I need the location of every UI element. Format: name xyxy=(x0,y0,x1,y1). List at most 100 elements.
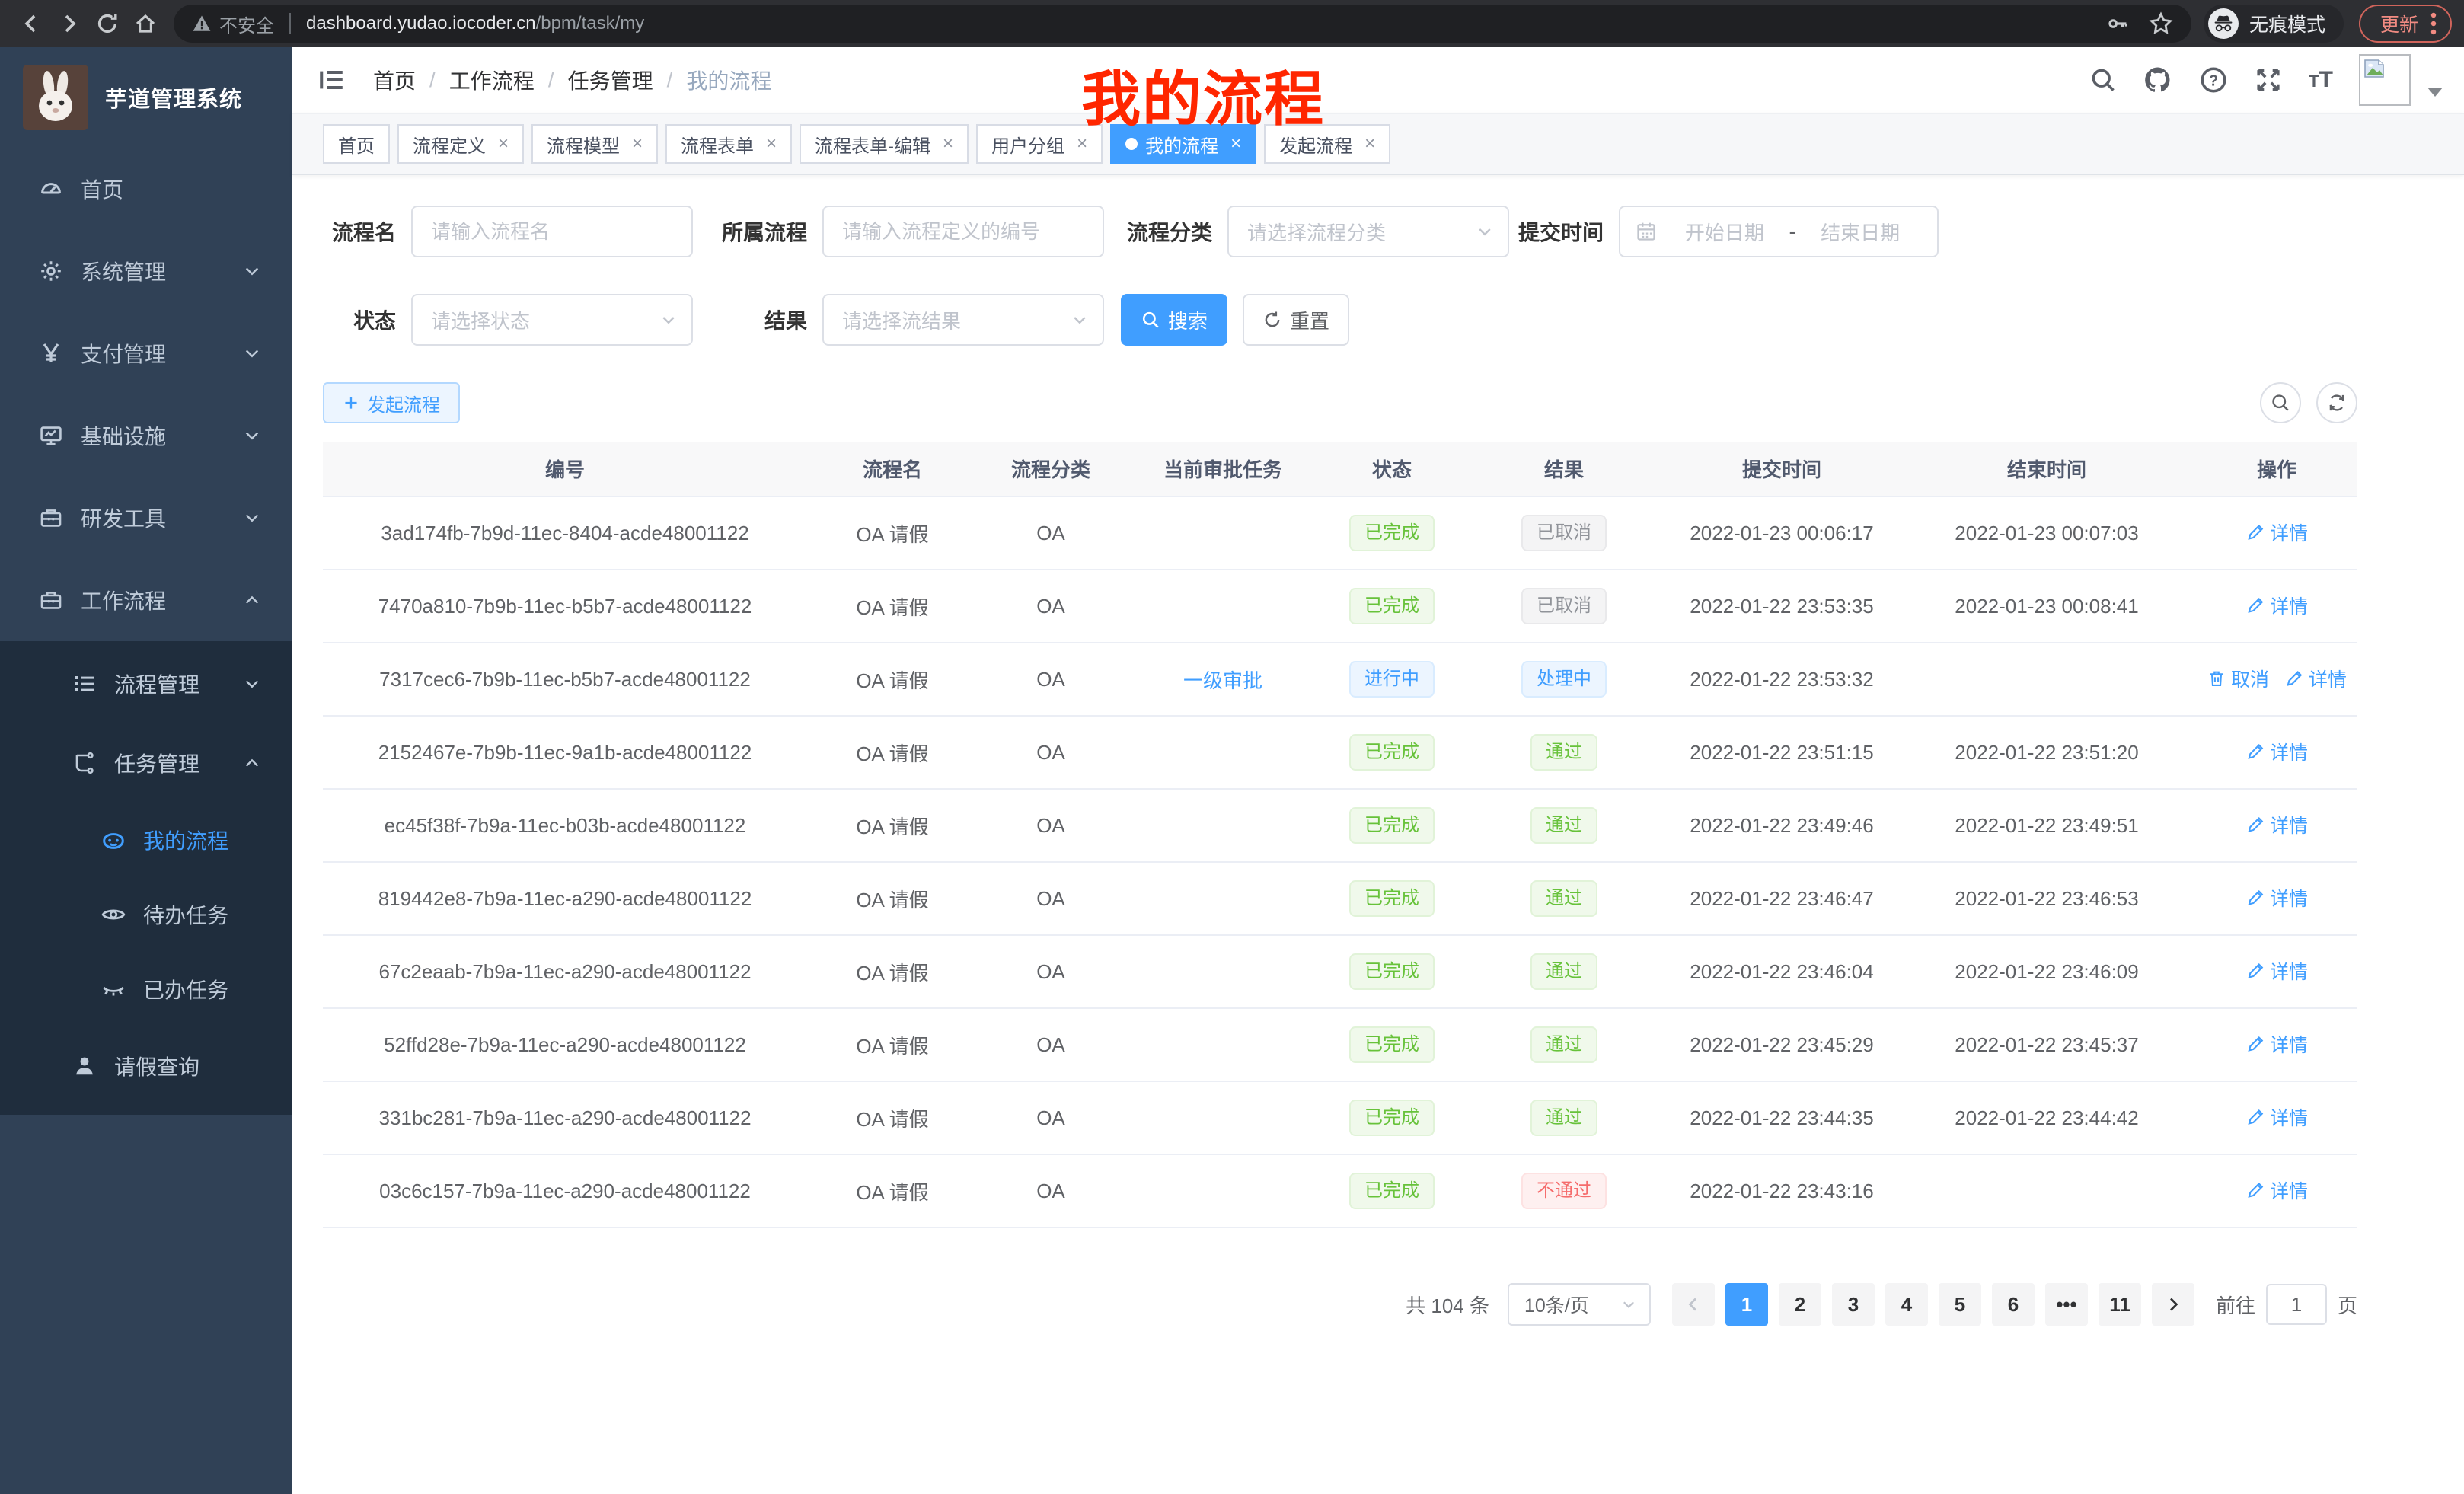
avatar[interactable] xyxy=(2359,54,2411,106)
detail-link[interactable]: 详情 xyxy=(2284,665,2347,692)
sidebar-item-待办任务[interactable]: 待办任务 xyxy=(0,877,292,952)
sidebar-item-我的流程[interactable]: 我的流程 xyxy=(0,803,292,877)
bookmark-star-icon[interactable] xyxy=(2149,11,2173,36)
pencil-icon xyxy=(2245,961,2265,981)
cancel-link[interactable]: 取消 xyxy=(2207,665,2269,692)
forward-icon[interactable] xyxy=(50,5,88,43)
url-bar[interactable]: 不安全 dashboard.yudao.iocoder.cn /bpm/task… xyxy=(174,5,2191,43)
status-select-placeholder: 请选择状态 xyxy=(431,306,659,334)
tab-我的流程[interactable]: 我的流程× xyxy=(1110,124,1256,164)
help-icon[interactable]: ? xyxy=(2199,65,2228,94)
cell-name: OA 请假 xyxy=(807,643,978,716)
page-button-3[interactable]: 3 xyxy=(1832,1283,1875,1326)
tab-流程表单[interactable]: 流程表单 × xyxy=(665,124,792,164)
breadcrumb-item-工作流程[interactable]: 工作流程 xyxy=(449,65,535,95)
page-button-11[interactable]: 11 xyxy=(2099,1283,2141,1326)
detail-link[interactable]: 详情 xyxy=(2245,1176,2308,1204)
update-button[interactable]: 更新 xyxy=(2359,5,2452,43)
sidebar-collapse-icon[interactable] xyxy=(315,63,349,97)
home-icon[interactable] xyxy=(126,5,164,43)
process-definition-input[interactable] xyxy=(822,206,1104,257)
start-process-button[interactable]: 发起流程 xyxy=(323,382,460,423)
tab-流程模型[interactable]: 流程模型× xyxy=(531,124,658,164)
sidebar-item-首页[interactable]: 首页 xyxy=(0,148,292,230)
more-pages-button[interactable]: ••• xyxy=(2045,1283,2088,1326)
search-button[interactable]: 搜索 xyxy=(1121,294,1227,346)
refresh-table-button[interactable] xyxy=(2316,382,2357,423)
page-button-1[interactable]: 1 xyxy=(1725,1283,1768,1326)
breadcrumb-item-首页[interactable]: 首页 xyxy=(373,65,416,95)
detail-link[interactable]: 详情 xyxy=(2245,738,2308,765)
sidebar-item-请假查询[interactable]: 请假查询 xyxy=(0,1026,292,1106)
logo-rabbit-image xyxy=(23,65,88,130)
tab-label: 流程定义 xyxy=(413,131,486,158)
tab-发起流程[interactable]: 发起流程 × xyxy=(1264,124,1390,164)
browser-menu-icon[interactable] xyxy=(2430,11,2437,36)
cell-category: OA xyxy=(978,570,1124,643)
sidebar-item-工作流程[interactable]: 工作流程 xyxy=(0,559,292,641)
app-logo[interactable]: 芋道管理系统 xyxy=(0,47,292,148)
key-icon[interactable] xyxy=(2106,11,2130,36)
goto-page-input[interactable] xyxy=(2266,1284,2327,1325)
sidebar-item-流程管理[interactable]: 流程管理 xyxy=(0,644,292,723)
detail-link[interactable]: 详情 xyxy=(2245,1030,2308,1058)
tab-label: 发起流程 xyxy=(1279,131,1352,158)
close-icon[interactable]: × xyxy=(943,133,953,155)
tab-label: 流程表单 xyxy=(681,131,754,158)
close-icon[interactable]: × xyxy=(498,133,509,155)
detail-link[interactable]: 详情 xyxy=(2245,592,2308,619)
result-select[interactable]: 请选择流结果 xyxy=(822,294,1104,346)
reset-button[interactable]: 重置 xyxy=(1243,294,1349,346)
cell-end-time xyxy=(1897,643,2196,716)
tab-流程表单-编辑[interactable]: 流程表单-编辑× xyxy=(800,124,969,164)
task-link[interactable]: 一级审批 xyxy=(1183,669,1262,692)
cell-name: OA 请假 xyxy=(807,496,978,570)
hide-search-button[interactable] xyxy=(2260,382,2301,423)
fullscreen-icon[interactable] xyxy=(2254,65,2283,94)
category-select[interactable]: 请选择流程分类 xyxy=(1227,206,1509,257)
page-button-4[interactable]: 4 xyxy=(1885,1283,1928,1326)
sidebar-item-任务管理[interactable]: 任务管理 xyxy=(0,723,292,803)
detail-link[interactable]: 详情 xyxy=(2245,884,2308,911)
sidebar-item-研发工具[interactable]: 研发工具 xyxy=(0,477,292,559)
detail-link[interactable]: 详情 xyxy=(2245,519,2308,546)
page-button-6[interactable]: 6 xyxy=(1992,1283,2035,1326)
page-size-select[interactable]: 10条/页 xyxy=(1508,1283,1651,1326)
close-icon[interactable]: × xyxy=(1364,133,1375,155)
submit-time-range-picker[interactable]: 开始日期 - 结束日期 xyxy=(1619,206,1939,257)
status-select[interactable]: 请选择状态 xyxy=(411,294,693,346)
font-size-icon[interactable]: TT xyxy=(2309,67,2333,93)
cell-actions: 详情 xyxy=(2196,496,2357,570)
prev-page-button[interactable] xyxy=(1672,1283,1715,1326)
not-secure-warning[interactable]: 不安全 xyxy=(192,11,274,37)
tab-用户分组[interactable]: 用户分组× xyxy=(976,124,1103,164)
github-icon[interactable] xyxy=(2143,65,2173,95)
page-button-2[interactable]: 2 xyxy=(1779,1283,1821,1326)
search-icon[interactable] xyxy=(2089,66,2117,94)
detail-link[interactable]: 详情 xyxy=(2245,811,2308,838)
sidebar-item-已办任务[interactable]: 已办任务 xyxy=(0,952,292,1026)
close-icon[interactable]: × xyxy=(766,133,777,155)
process-name-input[interactable] xyxy=(411,206,693,257)
filter-label-category: 流程分类 xyxy=(1104,216,1227,247)
back-icon[interactable] xyxy=(12,5,50,43)
breadcrumb-item-任务管理[interactable]: 任务管理 xyxy=(568,65,653,95)
incognito-badge[interactable]: 无痕模式 xyxy=(2204,5,2344,43)
detail-link[interactable]: 详情 xyxy=(2245,957,2308,985)
page-button-5[interactable]: 5 xyxy=(1939,1283,1981,1326)
warning-icon xyxy=(192,14,212,34)
avatar-dropdown-caret[interactable] xyxy=(2427,88,2443,97)
close-icon[interactable]: × xyxy=(632,133,643,155)
close-icon[interactable]: × xyxy=(1230,133,1241,155)
tab-流程定义[interactable]: 流程定义 × xyxy=(397,124,524,164)
close-icon[interactable]: × xyxy=(1077,133,1087,155)
next-page-button[interactable] xyxy=(2152,1283,2194,1326)
detail-link[interactable]: 详情 xyxy=(2245,1103,2308,1131)
sidebar-item-支付管理[interactable]: 支付管理 xyxy=(0,312,292,394)
sidebar-item-基础设施[interactable]: 基础设施 xyxy=(0,394,292,477)
cell-task xyxy=(1124,935,1322,1008)
reload-icon[interactable] xyxy=(88,5,126,43)
tab-首页[interactable]: 首页 xyxy=(323,124,390,164)
cell-end-time: 2022-01-22 23:49:51 xyxy=(1897,789,2196,862)
sidebar-item-系统管理[interactable]: 系统管理 xyxy=(0,230,292,312)
